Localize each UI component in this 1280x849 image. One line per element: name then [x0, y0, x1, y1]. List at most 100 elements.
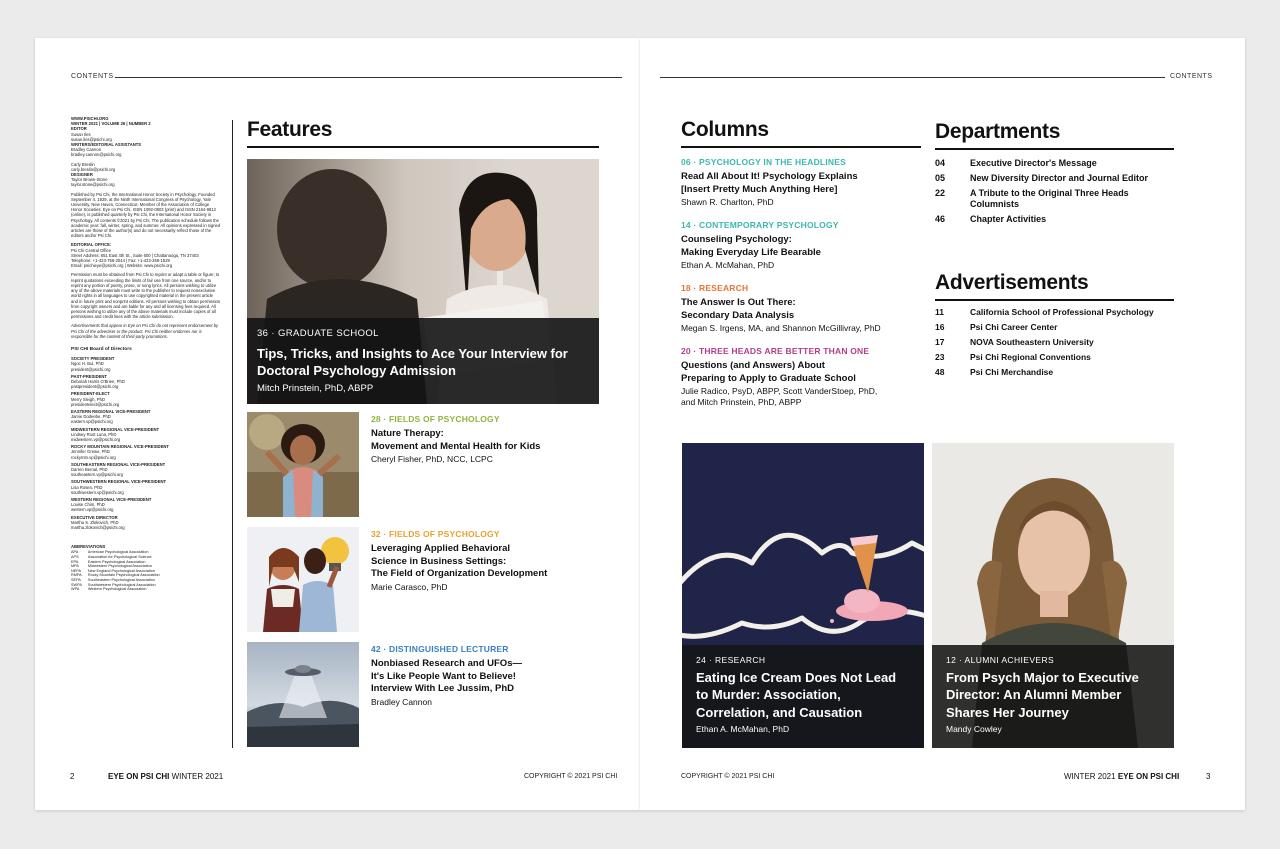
board-email[interactable]: eastern.vp@psichi.org — [71, 419, 113, 424]
org-development-thumbnail[interactable] — [247, 527, 359, 632]
board-email[interactable]: presidentelect@psichi.org — [71, 402, 119, 407]
column-item[interactable]: 14 · CONTEMPORARY PSYCHOLOGY Counseling … — [681, 220, 926, 271]
issue-name: WINTER 2021 — [171, 772, 224, 781]
title-line: [Insert Pretty Much Anything Here] — [681, 183, 838, 195]
board-member: SOCIETY PRESIDENT Ngoc H. Bui, PhD preside… — [71, 356, 221, 372]
author-line: and Mitch Prinstein, PhD, ABPP — [681, 397, 802, 407]
ice-cream-promo-card[interactable]: 24 · RESEARCH Eating Ice Cream Does Not … — [682, 443, 924, 748]
board-member: SOUTHEASTERN REGIONAL VICE-PRESIDENT Darr… — [71, 462, 221, 478]
department-item[interactable]: 05 New Diversity Director and Journal Edi… — [935, 173, 1180, 184]
running-header-left: CONTENTS — [71, 73, 114, 80]
department-page: 04 — [935, 158, 946, 168]
advertisement-title: California School of Professional Psycho… — [970, 307, 1154, 317]
title-line: Secondary Data Analysis — [681, 309, 795, 321]
department-item[interactable]: 22 A Tribute to the Original Three Heads … — [935, 188, 1180, 210]
publication-footer-right: WINTER 2021 EYE ON PSI CHI — [1064, 772, 1179, 781]
column-item-kicker: 18 · RESEARCH — [681, 283, 749, 293]
board-email[interactable]: president@psichi.org — [71, 367, 110, 372]
board-email[interactable]: rockymtn.vp@psichi.org — [71, 455, 116, 460]
board-email[interactable]: martha.zlokovich@psichi.org — [71, 525, 125, 530]
column-item-title[interactable]: The Answer Is Out There: Secondary Data … — [681, 297, 926, 322]
board-email[interactable]: southeastern.vp@psichi.org — [71, 472, 123, 477]
advertisement-item[interactable]: 11 California School of Professional Psyc… — [935, 307, 1185, 317]
masthead-designer-email[interactable]: taylor.stone@psichi.org — [71, 182, 115, 187]
title-line: Preparing to Apply to Graduate School — [681, 372, 856, 384]
board-email[interactable]: southwestern.vp@psichi.org — [71, 490, 124, 495]
department-item[interactable]: 46 Chapter Activities — [935, 214, 1180, 225]
masthead-permission: Permission must be obtained from Psi Chi… — [71, 272, 221, 320]
departments-heading: Departments — [935, 120, 1061, 143]
board-member: ROCKY MOUNTAIN REGIONAL VICE-PRESIDENT Je… — [71, 444, 221, 460]
board-email[interactable]: western.vp@psichi.org — [71, 507, 113, 512]
copyright-right: COPYRIGHT © 2021 PSI CHI — [681, 773, 775, 780]
advertisement-page: 17 — [935, 337, 945, 347]
issue-name: WINTER 2021 — [1064, 772, 1116, 781]
masthead-web[interactable]: Email: psichieye@psichi.org | Website: w… — [71, 263, 172, 268]
department-item[interactable]: 04 Executive Director's Message — [935, 158, 1180, 169]
department-title: New Diversity Director and Journal Edito… — [970, 173, 1149, 183]
lead-feature-title[interactable]: Tips, Tricks, and Insights to Ace Your I… — [257, 345, 589, 379]
feature-item-3[interactable]: 42 · DISTINGUISHED LECTURER Nonbiased Re… — [371, 644, 611, 708]
advertisements-heading: Advertisements — [935, 271, 1089, 294]
department-page: 05 — [935, 173, 946, 183]
columns-rule — [681, 146, 921, 148]
columns-heading: Columns — [681, 118, 769, 141]
board-member: EXECUTIVE DIRECTOR Martha S. Zlokovich, P… — [71, 515, 221, 531]
feature-item-2-title[interactable]: Leveraging Applied Behavioral Science in… — [371, 543, 611, 581]
advertisement-title: NOVA Southeastern University — [970, 337, 1094, 347]
advertisement-item[interactable]: 17 NOVA Southeastern University — [935, 337, 1185, 347]
author-line: Julie Radico, PsyD, ABPP, Scott VanderSt… — [681, 386, 878, 396]
department-page: 46 — [935, 214, 946, 224]
title-line: Questions (and Answers) About — [681, 360, 825, 371]
lead-feature-caption: 36 · GRADUATE SCHOOL Tips, Tricks, and I… — [247, 318, 599, 404]
board-member: WESTERN REGIONAL VICE-PRESIDENT Louise Ch… — [71, 497, 221, 513]
feature-item-3-title[interactable]: Nonbiased Research and UFOs— It's Like P… — [371, 658, 611, 696]
feature-item-2-author: Marie Carasco, PhD — [371, 581, 448, 592]
title-line: Read All About It! Psychology Explains — [681, 171, 858, 182]
column-item[interactable]: 06 · PSYCHOLOGY IN THE HEADLINES Read Al… — [681, 157, 926, 208]
lead-feature-author: Mitch Prinstein, PhD, ABPP — [257, 383, 374, 394]
alumni-promo-card[interactable]: 12 · ALUMNI ACHIEVERS From Psych Major t… — [932, 443, 1174, 748]
ufo-thumbnail[interactable] — [247, 642, 359, 747]
advertisement-page: 11 — [935, 307, 944, 317]
column-item[interactable]: 18 · RESEARCH The Answer Is Out There: S… — [681, 283, 926, 334]
lead-feature-card[interactable]: 36 · GRADUATE SCHOOL Tips, Tricks, and I… — [247, 159, 599, 404]
department-title: Executive Director's Message — [970, 158, 1097, 168]
abbreviation-row: WPA Western Psychological Association — [71, 587, 166, 592]
promo-author: Ethan A. McMahan, PhD — [696, 724, 790, 734]
masthead-about: Published by Psi Chi, the International … — [71, 191, 221, 239]
feature-item-2[interactable]: 32 · FIELDS OF PSYCHOLOGY Leveraging App… — [371, 529, 611, 593]
board-email[interactable]: pastpresident@psichi.org — [71, 384, 118, 389]
masthead: WWW.PSICHI.ORG WINTER 2021 | VOLUME 26 |… — [71, 116, 221, 592]
board-list: SOCIETY PRESIDENT Ngoc H. Bui, PhD preside… — [71, 356, 221, 530]
column-item-kicker: 20 · THREE HEADS ARE BETTER THAN ONE — [681, 346, 870, 356]
feature-item-1-title[interactable]: Nature Therapy: Movement and Mental Heal… — [371, 428, 599, 453]
advertisement-item[interactable]: 16 Psi Chi Career Center — [935, 322, 1185, 332]
nature-therapy-thumbnail[interactable] — [247, 412, 359, 517]
masthead-assistant1-email[interactable]: bradley.cannon@psichi.org — [71, 152, 122, 157]
advertisement-item[interactable]: 23 Psi Chi Regional Conventions — [935, 352, 1185, 362]
publication-name: EYE ON PSI CHI — [108, 772, 170, 781]
departments-rule — [935, 148, 1174, 150]
feature-item-1-kicker: 28 · FIELDS OF PSYCHOLOGY — [371, 414, 500, 424]
promo-title[interactable]: From Psych Major to Executive Director: … — [946, 669, 1160, 722]
publication-name: EYE ON PSI CHI — [1117, 772, 1180, 781]
board-email[interactable]: midwestern.vp@psichi.org — [71, 437, 120, 442]
promo-author: Mandy Cowley — [946, 724, 1002, 734]
advertisement-item[interactable]: 48 Psi Chi Merchandise — [935, 367, 1185, 377]
column-item-kicker: 06 · PSYCHOLOGY IN THE HEADLINES — [681, 157, 846, 167]
advertisements-rule — [935, 299, 1174, 301]
columns-list: 06 · PSYCHOLOGY IN THE HEADLINES Read Al… — [681, 157, 926, 408]
column-item-title[interactable]: Read All About It! Psychology Explains [… — [681, 171, 926, 196]
column-item-title[interactable]: Counseling Psychology: Making Everyday L… — [681, 234, 926, 259]
feature-item-2-kicker: 32 · FIELDS OF PSYCHOLOGY — [371, 529, 500, 539]
promo-title[interactable]: Eating Ice Cream Does Not Lead to Murder… — [696, 669, 910, 722]
column-item-title[interactable]: Questions (and Answers) About Preparing … — [681, 360, 926, 385]
title-line: Nature Therapy: — [371, 428, 444, 439]
ice-cream-promo-caption: 24 · RESEARCH Eating Ice Cream Does Not … — [682, 644, 924, 748]
advertisement-title: Psi Chi Career Center — [970, 322, 1058, 332]
abbreviation-name: Western Psychological Association — [87, 587, 147, 592]
board-member: MIDWESTERN REGIONAL VICE-PRESIDENT Lindse… — [71, 427, 221, 443]
column-item[interactable]: 20 · THREE HEADS ARE BETTER THAN ONE Que… — [681, 346, 926, 408]
feature-item-1[interactable]: 28 · FIELDS OF PSYCHOLOGY Nature Therapy… — [371, 414, 599, 465]
